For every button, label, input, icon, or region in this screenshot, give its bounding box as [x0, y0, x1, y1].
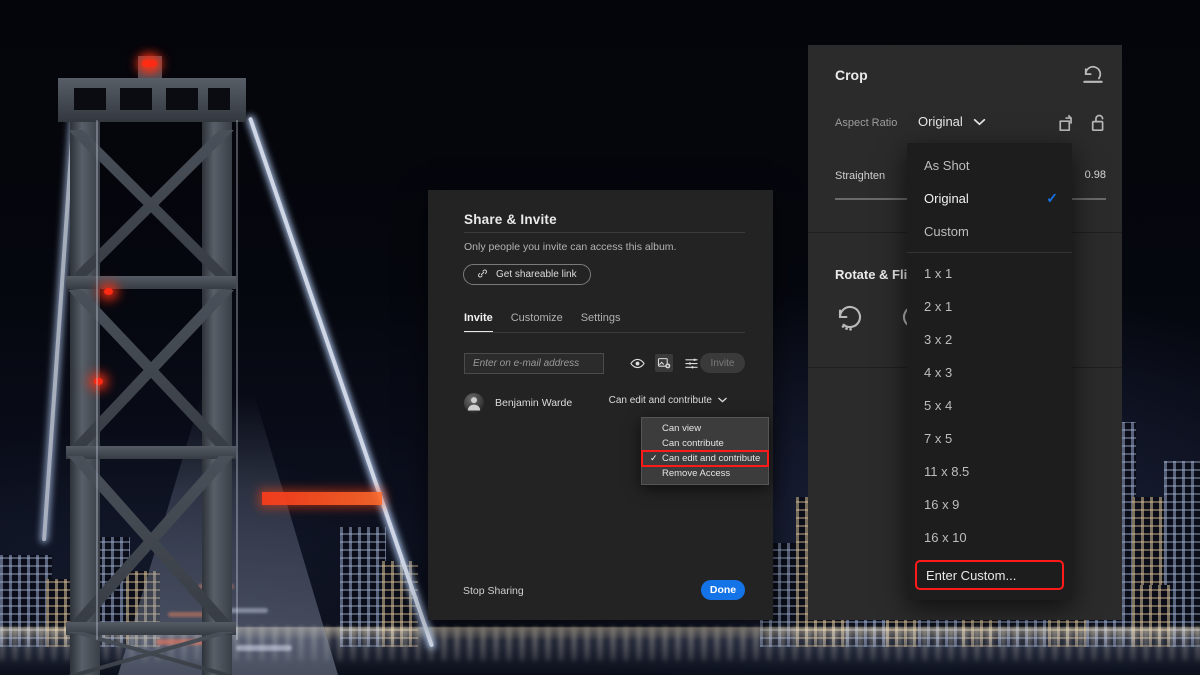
enter-custom-label: Enter Custom...	[926, 567, 1017, 583]
app-screenshot: Share & Invite Only people you invite ca…	[0, 0, 1200, 675]
ar-item-16x9[interactable]: 16 x 9	[907, 488, 1072, 521]
perm-label: Can contribute	[662, 438, 724, 449]
perm-item-remove-access[interactable]: Remove Access	[642, 466, 768, 481]
permission-context-menu: Can view Can contribute ✓ Can edit and c…	[641, 417, 769, 485]
ar-item-custom[interactable]: Custom	[907, 215, 1072, 248]
share-invite-dialog: Share & Invite Only people you invite ca…	[428, 190, 773, 620]
perm-item-can-view[interactable]: Can view	[642, 421, 768, 436]
ar-label: 16 x 10	[924, 530, 967, 545]
add-photo-icon[interactable]	[655, 354, 673, 372]
ar-item-16x10[interactable]: 16 x 10	[907, 521, 1072, 554]
eye-icon[interactable]	[628, 354, 646, 372]
shareable-link-label: Get shareable link	[496, 269, 577, 280]
chevron-down-icon	[973, 114, 986, 129]
sliders-icon[interactable]	[682, 354, 700, 372]
ar-label: Custom	[924, 224, 969, 239]
get-shareable-link-button[interactable]: Get shareable link	[463, 264, 591, 285]
person-row: Benjamin Warde	[464, 393, 572, 413]
crop-panel-title: Crop	[835, 67, 868, 83]
ar-item-original[interactable]: Original ✓	[907, 182, 1072, 215]
ar-label: 4 x 3	[924, 365, 953, 380]
tab-invite[interactable]: Invite	[464, 312, 493, 333]
ar-label: 11 x 8.5	[924, 464, 970, 479]
ar-item-1x1[interactable]: 1 x 1	[907, 257, 1072, 290]
ar-label: Original	[924, 191, 969, 206]
perm-label: Remove Access	[662, 468, 731, 479]
dialog-subtitle: Only people you invite can access this a…	[464, 241, 677, 253]
ar-label: 7 x 5	[924, 431, 953, 446]
ar-item-5x4[interactable]: 5 x 4	[907, 389, 1072, 422]
person-name: Benjamin Warde	[495, 397, 573, 409]
ar-item-2x1[interactable]: 2 x 1	[907, 290, 1072, 323]
ar-label: 5 x 4	[924, 398, 953, 413]
ar-item-11x85[interactable]: 11 x 8.5	[907, 455, 1072, 488]
avatar	[464, 393, 484, 413]
tab-settings[interactable]: Settings	[581, 312, 621, 333]
invite-button[interactable]: Invite	[700, 353, 745, 373]
ar-item-as-shot[interactable]: As Shot	[907, 149, 1072, 182]
check-icon: ✓	[650, 453, 658, 463]
enter-custom-button[interactable]: Enter Custom...	[915, 560, 1064, 590]
tabs-divider	[464, 332, 745, 333]
stop-sharing-button[interactable]: Stop Sharing	[463, 585, 524, 597]
permission-dropdown-trigger[interactable]: Can edit and contribute	[609, 395, 727, 406]
crop-tool-icons	[1058, 113, 1108, 133]
check-icon: ✓	[1046, 190, 1058, 206]
bridge-tower	[58, 56, 246, 675]
perm-item-can-edit-and-contribute[interactable]: ✓ Can edit and contribute	[641, 450, 769, 467]
invite-row: Invite	[464, 352, 745, 374]
perm-item-can-contribute[interactable]: Can contribute	[642, 436, 768, 451]
ar-item-7x5[interactable]: 7 x 5	[907, 422, 1072, 455]
perm-label: Can view	[662, 423, 702, 434]
invite-options-icons	[628, 354, 700, 372]
chevron-down-icon	[718, 395, 727, 406]
aspect-ratio-menu: As Shot Original ✓ Custom 1 x 1 2 x 1 3 …	[907, 143, 1072, 600]
perm-label: Can edit and contribute	[662, 453, 761, 464]
tab-customize[interactable]: Customize	[511, 312, 563, 333]
link-icon	[477, 268, 488, 282]
title-divider	[464, 232, 745, 233]
rotate-square-icon[interactable]	[1058, 113, 1076, 133]
aspect-ratio-value: Original	[918, 114, 963, 129]
rotate-flip-title: Rotate & Flip	[835, 267, 916, 282]
skyline-sign	[262, 492, 382, 505]
permission-value: Can edit and contribute	[608, 395, 712, 406]
ar-label: 16 x 9	[924, 497, 960, 512]
aspect-ratio-label: Aspect Ratio	[835, 117, 898, 129]
rotate-counterclockwise-icon[interactable]	[835, 303, 865, 333]
reset-undo-icon[interactable]	[1082, 65, 1104, 85]
email-input[interactable]	[464, 352, 604, 374]
ar-label: As Shot	[924, 158, 970, 173]
straighten-label: Straighten	[835, 170, 886, 182]
ar-label: 3 x 2	[924, 332, 953, 347]
straighten-value: 0.98	[1084, 169, 1106, 181]
dialog-title: Share & Invite	[464, 212, 557, 227]
aspect-ratio-dropdown-trigger[interactable]: Original	[918, 114, 986, 129]
done-button[interactable]: Done	[701, 580, 745, 600]
dialog-tabs: Invite Customize Settings	[464, 312, 620, 333]
ar-label: 1 x 1	[924, 266, 953, 281]
ar-item-3x2[interactable]: 3 x 2	[907, 323, 1072, 356]
menu-separator	[907, 252, 1072, 253]
ar-label: 2 x 1	[924, 299, 953, 314]
ar-item-4x3[interactable]: 4 x 3	[907, 356, 1072, 389]
unlocked-padlock-icon[interactable]	[1090, 113, 1108, 133]
